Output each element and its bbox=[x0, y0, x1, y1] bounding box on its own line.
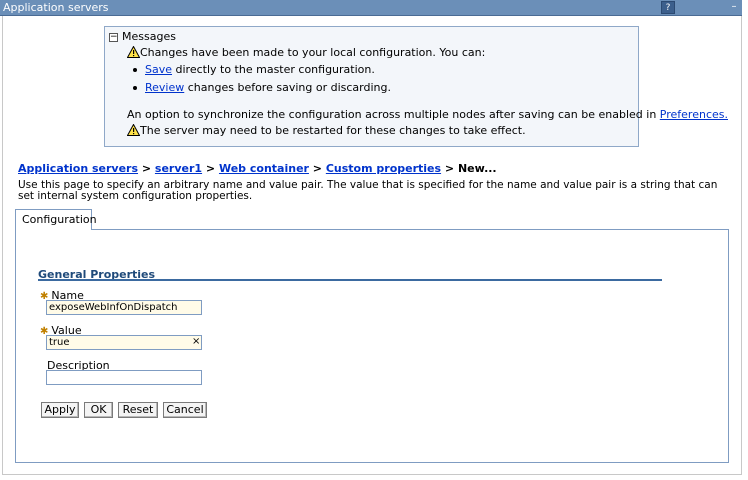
breadcrumb-application-servers[interactable]: Application servers bbox=[18, 162, 138, 175]
breadcrumb-server1[interactable]: server1 bbox=[155, 162, 202, 175]
ok-button[interactable]: OK bbox=[84, 402, 113, 418]
save-link[interactable]: Save bbox=[145, 63, 172, 76]
reset-button[interactable]: Reset bbox=[118, 402, 158, 418]
window-title: Application servers bbox=[3, 1, 109, 14]
clear-icon[interactable]: × bbox=[192, 337, 200, 347]
restart-text: The server may need to be restarted for … bbox=[140, 124, 526, 137]
window-titlebar: Application servers ? – bbox=[0, 0, 742, 16]
save-text: directly to the master configuration. bbox=[172, 63, 375, 76]
name-field[interactable] bbox=[46, 300, 202, 315]
preferences-link[interactable]: Preferences. bbox=[660, 108, 728, 121]
breadcrumb-web-container[interactable]: Web container bbox=[219, 162, 309, 175]
frame-bottom-border bbox=[2, 474, 742, 475]
cancel-button[interactable]: Cancel bbox=[163, 402, 207, 418]
help-icon[interactable]: ? bbox=[661, 1, 675, 14]
warning-icon bbox=[127, 124, 140, 136]
changes-message: Changes have been made to your local con… bbox=[127, 46, 485, 59]
warning-icon bbox=[127, 46, 140, 58]
breadcrumb-separator: > bbox=[138, 162, 155, 175]
review-link[interactable]: Review bbox=[145, 81, 184, 94]
restart-message: The server may need to be restarted for … bbox=[127, 124, 526, 137]
sync-message: An option to synchronize the configurati… bbox=[127, 108, 728, 121]
review-item: Review changes before saving or discardi… bbox=[133, 81, 391, 94]
minimize-icon[interactable]: – bbox=[727, 0, 741, 15]
page-description: Use this page to specify an arbitrary na… bbox=[18, 179, 718, 202]
breadcrumb-separator: > bbox=[202, 162, 219, 175]
messages-header: − Messages bbox=[109, 30, 176, 43]
apply-button[interactable]: Apply bbox=[41, 402, 79, 418]
frame-left-border bbox=[2, 16, 3, 474]
review-text: changes before saving or discarding. bbox=[184, 81, 391, 94]
description-field[interactable] bbox=[46, 370, 202, 385]
section-divider bbox=[38, 279, 662, 281]
sync-text: An option to synchronize the configurati… bbox=[127, 108, 660, 121]
tab-configuration[interactable]: Configuration bbox=[15, 209, 97, 230]
collapse-icon[interactable]: − bbox=[109, 32, 118, 42]
bullet bbox=[133, 68, 137, 72]
messages-box: − Messages Changes have been made to your… bbox=[104, 26, 728, 147]
breadcrumb-separator: > bbox=[308, 162, 326, 175]
value-field[interactable] bbox=[46, 335, 202, 350]
breadcrumb-custom-properties[interactable]: Custom properties bbox=[326, 162, 441, 175]
save-item: Save directly to the master configuratio… bbox=[133, 63, 375, 76]
changes-text: Changes have been made to your local con… bbox=[140, 46, 486, 59]
breadcrumb: Application servers > server1 > Web cont… bbox=[18, 162, 497, 175]
breadcrumb-separator: > bbox=[441, 162, 458, 175]
messages-title: Messages bbox=[122, 30, 176, 43]
bullet bbox=[133, 86, 137, 90]
frame-right-border bbox=[741, 16, 742, 474]
breadcrumb-current: New... bbox=[457, 162, 497, 175]
